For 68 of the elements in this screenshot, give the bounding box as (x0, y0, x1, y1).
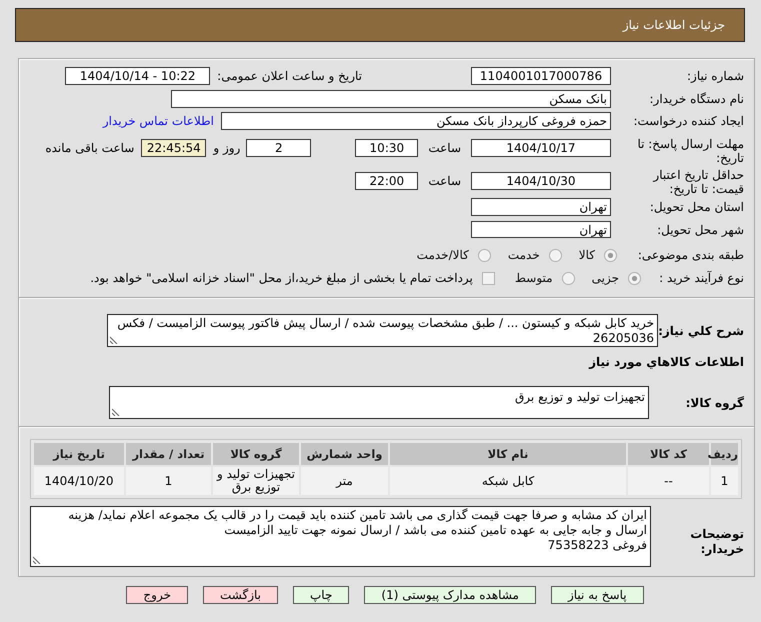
action-button[interactable]: خروج (126, 586, 188, 604)
radio-button[interactable] (562, 272, 575, 284)
radio-label: کالا/خدمت (416, 248, 469, 262)
field-label: نوع فرآیند خرید : (659, 271, 744, 285)
table-cell: 1404/10/20 (34, 467, 124, 495)
resize-grip-icon (33, 556, 41, 564)
radio-button[interactable] (548, 248, 562, 262)
field-label: گروه کالا: (686, 396, 744, 410)
summary-field[interactable]: خرید کابل شبکه و کیستون ... / طبق مشخصات پیوست شده / ارسال پیش فاکتور پیوست الزامیست / فکس 26205036 (107, 314, 658, 347)
time-label: ساعت (428, 140, 461, 157)
goods-group-field[interactable]: تجهیزات تولید و توزیع برق (109, 386, 649, 419)
contact-link[interactable]: اطلاعات تماس خریدار (102, 114, 214, 128)
table-cell: تجهیزات تولید و توزیع برق (213, 467, 299, 495)
deadline-time-field[interactable]: 10:30 (355, 139, 418, 157)
requester-field[interactable]: حمزه فروغی کارپرداز بانک مسکن (221, 112, 611, 130)
table-cell: 1 (126, 467, 211, 495)
column-header: تعداد / مقدار (126, 443, 211, 465)
field-label: ایجاد کننده درخواست: (633, 114, 744, 128)
field-label: شماره نیاز: (687, 69, 744, 83)
radio-button[interactable] (478, 248, 491, 262)
time-label: ساعت (428, 173, 461, 190)
remaining-time-field: 22:45:54 (141, 139, 206, 157)
field-label: تاریخ و ساعت اعلان عمومی: (217, 68, 362, 85)
radio-label: متوسط (514, 271, 553, 285)
field-label: شهر محل تحویل: (657, 222, 744, 236)
field-label: توضیحات خریدار: (690, 527, 744, 556)
radio-label: جزیی (592, 271, 619, 285)
checkbox-label: پرداخت تمام یا بخشی از مبلغ خرید،از محل "اسناد خزانه اسلامی" خواهد بود. (90, 271, 473, 285)
column-header: تاریخ نیاز (34, 443, 124, 465)
field-label: استان محل تحویل: (650, 200, 744, 214)
table-cell: کابل شبکه (390, 467, 626, 495)
remaining-label: ساعت باقی مانده (45, 140, 134, 157)
action-button[interactable]: بازگشت (203, 586, 278, 604)
checkbox[interactable] (482, 272, 495, 284)
days-field[interactable]: 2 (246, 139, 312, 157)
field-label: مهلت ارسال پاسخ: تا تاریخ: (637, 137, 744, 165)
action-button[interactable]: پاسخ به نیاز (550, 586, 644, 604)
column-header: گروه کالا (213, 443, 299, 465)
action-button[interactable]: مشاهده مدارک پیوستی (1) (364, 586, 536, 604)
buyer-notes-field[interactable]: ایران کد مشابه و صرفا جهت قیمت گذاری می باشد تامین کننده باید قیمت را در قالب یک مجموعه اعلام نماید/ هزینه ارسال و جابه جایی به عهده تامین کننده می باشد / ارسال نمونه جهت تایید الزامیست فروغی 75358223 (30, 506, 651, 567)
field-label: طبقه بندی موضوعی: (638, 248, 744, 262)
resize-grip-icon (110, 336, 118, 344)
radio-button[interactable] (628, 272, 641, 284)
validity-time-field[interactable]: 22:00 (355, 172, 418, 190)
page-title: جزئیات اطلاعات نیاز (622, 18, 725, 32)
table-cell: -- (628, 467, 709, 495)
column-header: کد کالا (628, 443, 709, 465)
table-cell: متر (301, 467, 388, 495)
deadline-date-field[interactable]: 1404/10/17 (471, 139, 611, 157)
validity-date-field[interactable]: 1404/10/30 (471, 172, 611, 190)
table-cell: 1 (711, 467, 738, 495)
resize-grip-icon (112, 408, 120, 416)
province-field[interactable]: تهران (471, 198, 611, 216)
field-label: نام دستگاه خریدار: (650, 92, 744, 106)
column-header: نام کالا (390, 443, 626, 465)
radio-label: خدمت (508, 248, 540, 262)
field-label: شرح کلي نياز: (658, 324, 744, 338)
buyer-org-field[interactable]: بانک مسکن (171, 90, 611, 108)
radio-label: کالا (578, 248, 595, 262)
need-number-field[interactable]: 1104001017000786 (471, 67, 611, 85)
action-button[interactable]: چاپ (293, 586, 350, 604)
days-label: روز و (213, 140, 240, 157)
announcement-date-field[interactable]: 1404/10/14 - 10:22 (65, 67, 210, 85)
city-field[interactable]: تهران (471, 221, 611, 238)
radio-button[interactable] (604, 248, 617, 262)
column-header: واحد شمارش (301, 443, 388, 465)
section-heading: اطلاعات کالاهاي مورد نياز (589, 355, 744, 369)
field-label: حداقل تاریخ اعتبار قیمت: تا تاریخ: (653, 168, 744, 196)
